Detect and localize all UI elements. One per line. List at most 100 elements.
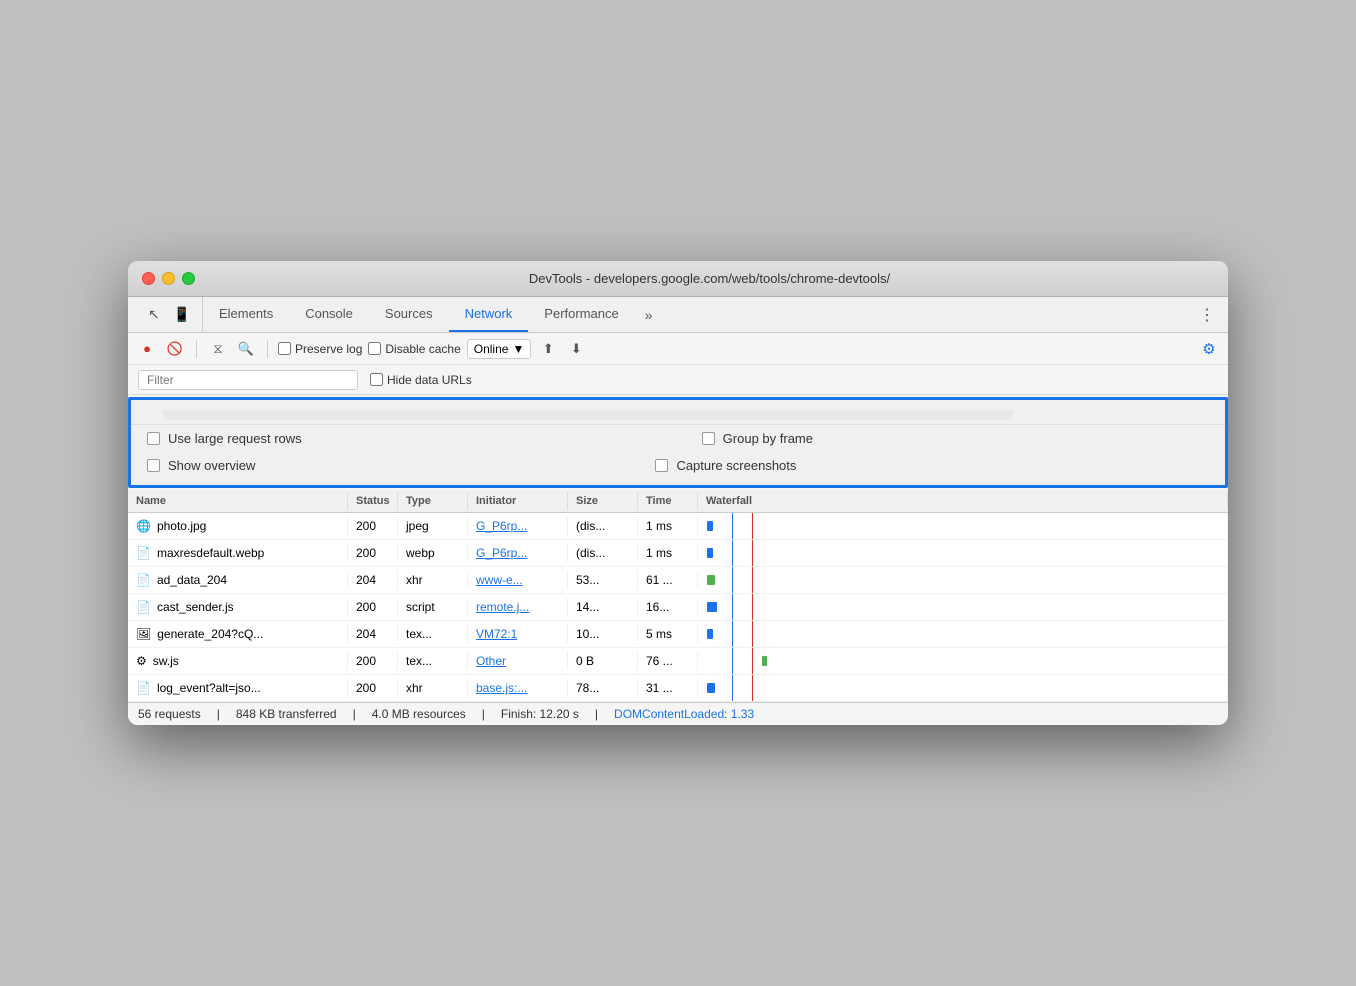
cell-initiator[interactable]: VM72:1: [468, 625, 568, 643]
capture-screenshots-checkbox[interactable]: [655, 459, 668, 472]
filter-icon[interactable]: ⧖: [207, 338, 229, 360]
more-options-button[interactable]: ⋮: [1187, 297, 1228, 332]
use-large-request-rows-label[interactable]: Use large request rows: [147, 431, 302, 446]
cell-size: (dis...: [568, 517, 638, 535]
divider: [196, 340, 197, 358]
cell-status: 200: [348, 598, 398, 616]
tabs-list: Elements Console Sources Network Perform…: [203, 297, 1187, 332]
close-button[interactable]: [142, 272, 155, 285]
cell-waterfall: [698, 540, 1228, 566]
cell-time: 31 ...: [638, 679, 698, 697]
separator2: |: [353, 707, 356, 721]
show-overview-checkbox[interactable]: [147, 459, 160, 472]
cursor-icon[interactable]: ↖: [142, 303, 166, 327]
search-icon[interactable]: 🔍: [235, 338, 257, 360]
cell-initiator[interactable]: G_P6rp...: [468, 544, 568, 562]
filter-input[interactable]: [138, 370, 358, 390]
status-bar: 56 requests | 848 KB transferred | 4.0 M…: [128, 702, 1228, 725]
cell-initiator[interactable]: base.js:...: [468, 679, 568, 697]
col-waterfall[interactable]: Waterfall: [698, 492, 1228, 510]
cell-status: 204: [348, 571, 398, 589]
use-large-request-rows-checkbox[interactable]: [147, 432, 160, 445]
cell-size: 10...: [568, 625, 638, 643]
dom-content-loaded: DOMContentLoaded: 1.33: [614, 707, 754, 721]
network-table: 🌐 photo.jpg 200 jpeg G_P6rp... (dis... 1…: [128, 513, 1228, 702]
table-row[interactable]: 📄 log_event?alt=jso... 200 xhr base.js:.…: [128, 675, 1228, 702]
cell-time: 5 ms: [638, 625, 698, 643]
preserve-log-label[interactable]: Preserve log: [278, 342, 362, 356]
cell-type: tex...: [398, 652, 468, 670]
controls-bar: ● 🚫 ⧖ 🔍 Preserve log Disable cache Onlin…: [128, 333, 1228, 365]
traffic-lights: [142, 272, 195, 285]
table-row[interactable]: 🖼 generate_204?cQ... 204 tex... VM72:1 1…: [128, 621, 1228, 648]
maximize-button[interactable]: [182, 272, 195, 285]
clear-button[interactable]: 🚫: [164, 338, 186, 360]
col-type[interactable]: Type: [398, 492, 468, 510]
tab-console[interactable]: Console: [289, 297, 369, 332]
separator4: |: [595, 707, 598, 721]
cell-initiator[interactable]: remote.j...: [468, 598, 568, 616]
show-overview-label[interactable]: Show overview: [147, 458, 255, 473]
cell-initiator[interactable]: G_P6rp...: [468, 517, 568, 535]
transferred-size: 848 KB transferred: [236, 707, 337, 721]
cell-name: 📄 ad_data_204: [128, 571, 348, 589]
cell-time: 76 ...: [638, 652, 698, 670]
hide-data-urls-label[interactable]: Hide data URLs: [370, 373, 472, 387]
filter-bar: Hide data URLs: [128, 365, 1228, 395]
col-name[interactable]: Name: [128, 492, 348, 510]
cell-name: 📄 cast_sender.js: [128, 598, 348, 616]
col-initiator[interactable]: Initiator: [468, 492, 568, 510]
table-row[interactable]: 📄 maxresdefault.webp 200 webp G_P6rp... …: [128, 540, 1228, 567]
cell-size: 14...: [568, 598, 638, 616]
cell-waterfall: [698, 675, 1228, 701]
table-row[interactable]: 📄 cast_sender.js 200 script remote.j... …: [128, 594, 1228, 621]
chevron-down-icon: ▼: [512, 342, 524, 356]
table-row[interactable]: 📄 ad_data_204 204 xhr www-e... 53... 61 …: [128, 567, 1228, 594]
cell-time: 61 ...: [638, 571, 698, 589]
minimize-button[interactable]: [162, 272, 175, 285]
capture-screenshots-label[interactable]: Capture screenshots: [655, 458, 796, 473]
requests-count: 56 requests: [138, 707, 201, 721]
cell-name: 📄 log_event?alt=jso...: [128, 679, 348, 697]
tab-network[interactable]: Network: [449, 297, 529, 332]
import-button[interactable]: ⬆: [537, 338, 559, 360]
cell-time: 16...: [638, 598, 698, 616]
group-by-frame-label[interactable]: Group by frame: [702, 431, 813, 446]
tab-sources[interactable]: Sources: [369, 297, 449, 332]
cell-name: 🖼 generate_204?cQ...: [128, 625, 348, 643]
window-title: DevTools - developers.google.com/web/too…: [205, 271, 1214, 286]
cell-type: jpeg: [398, 517, 468, 535]
tab-elements[interactable]: Elements: [203, 297, 289, 332]
throttle-dropdown[interactable]: Online ▼: [467, 339, 532, 359]
table-row[interactable]: ⚙ sw.js 200 tex... Other 0 B 76 ...: [128, 648, 1228, 675]
export-button[interactable]: ⬇: [565, 338, 587, 360]
col-size[interactable]: Size: [568, 492, 638, 510]
cell-waterfall: [698, 648, 1228, 674]
col-time[interactable]: Time: [638, 492, 698, 510]
hide-data-urls-checkbox[interactable]: [370, 373, 383, 386]
cell-size: 53...: [568, 571, 638, 589]
settings-button[interactable]: ⚙: [1198, 338, 1220, 360]
cell-waterfall: [698, 621, 1228, 647]
settings-row-1: Use large request rows Group by frame: [131, 425, 1225, 452]
record-button[interactable]: ●: [136, 338, 158, 360]
cell-type: xhr: [398, 679, 468, 697]
group-by-frame-checkbox[interactable]: [702, 432, 715, 445]
cell-initiator[interactable]: www-e...: [468, 571, 568, 589]
cell-status: 200: [348, 517, 398, 535]
device-icon[interactable]: 📱: [170, 303, 194, 327]
cell-status: 200: [348, 679, 398, 697]
separator3: |: [482, 707, 485, 721]
cell-status: 200: [348, 652, 398, 670]
table-row[interactable]: 🌐 photo.jpg 200 jpeg G_P6rp... (dis... 1…: [128, 513, 1228, 540]
disable-cache-label[interactable]: Disable cache: [368, 342, 460, 356]
preserve-log-checkbox[interactable]: [278, 342, 291, 355]
cell-type: script: [398, 598, 468, 616]
col-status[interactable]: Status: [348, 492, 398, 510]
cell-name: 🌐 photo.jpg: [128, 517, 348, 535]
disable-cache-checkbox[interactable]: [368, 342, 381, 355]
cell-initiator[interactable]: Other: [468, 652, 568, 670]
finish-time: Finish: 12.20 s: [501, 707, 579, 721]
tab-performance[interactable]: Performance: [528, 297, 634, 332]
tab-more[interactable]: »: [635, 297, 663, 332]
